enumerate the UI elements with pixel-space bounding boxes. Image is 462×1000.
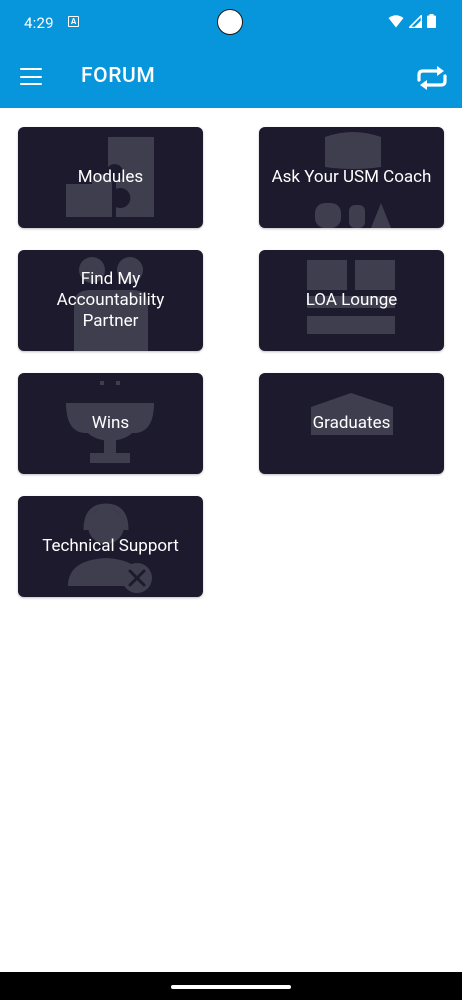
- sync-icon[interactable]: [415, 65, 449, 91]
- app-bar: 4:29 A FORUM: [0, 0, 462, 108]
- wifi-icon: [388, 14, 404, 27]
- tile-label: Wins: [91, 413, 130, 433]
- tile-find-partner[interactable]: Find My Accountability Partner: [18, 250, 203, 351]
- cell-signal-icon: [409, 14, 422, 28]
- tile-graduates[interactable]: Graduates: [259, 373, 444, 474]
- tile-label: Technical Support: [42, 536, 179, 556]
- front-camera: [217, 9, 243, 35]
- tile-loa-lounge[interactable]: LOA Lounge: [259, 250, 444, 351]
- hamburger-menu-icon[interactable]: [20, 68, 42, 86]
- tile-label: LOA Lounge: [305, 290, 398, 310]
- page-title: FORUM: [81, 64, 156, 88]
- tile-label: Graduates: [312, 413, 391, 433]
- tile-ask-coach[interactable]: Ask Your USM Coach: [259, 127, 444, 228]
- tile-modules[interactable]: Modules: [18, 127, 203, 228]
- toolbar: FORUM: [0, 56, 462, 100]
- status-time: 4:29: [24, 14, 54, 32]
- battery-icon: [427, 14, 436, 28]
- system-navigation-bar: [0, 972, 462, 1000]
- home-handle[interactable]: [171, 985, 291, 989]
- app-notification-icon: A: [68, 16, 79, 27]
- tile-label: Ask Your USM Coach: [271, 167, 432, 187]
- system-icons: [388, 14, 436, 28]
- tile-technical-support[interactable]: Technical Support: [18, 496, 203, 597]
- tile-wins[interactable]: Wins: [18, 373, 203, 474]
- tile-label: Modules: [77, 167, 144, 187]
- tile-label: Find My Accountability Partner: [56, 269, 165, 331]
